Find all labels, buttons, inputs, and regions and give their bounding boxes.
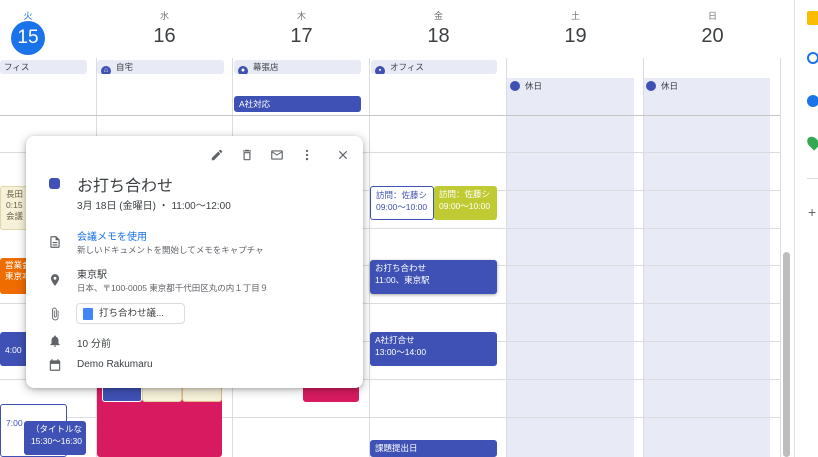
grid-divider xyxy=(506,58,507,457)
holiday-column-sun xyxy=(643,78,770,457)
grid-divider xyxy=(643,58,644,457)
allday-event[interactable]: A社対応 xyxy=(234,96,361,112)
close-icon[interactable] xyxy=(336,148,350,162)
event-title: お打ち合わせ xyxy=(77,178,174,195)
holiday-title: 休日 xyxy=(525,81,543,91)
add-icon[interactable]: + xyxy=(808,204,816,220)
calendar-icon xyxy=(510,81,520,91)
holiday-column-sat xyxy=(507,78,634,457)
day-number[interactable]: 17 xyxy=(233,25,370,48)
day-header-thu[interactable]: 木 17 xyxy=(233,0,370,58)
event-title: A社打合せ xyxy=(375,335,415,345)
calendar-icon xyxy=(49,359,61,371)
email-icon[interactable] xyxy=(270,148,284,162)
calendar-name: Demo Rakumaru xyxy=(77,359,153,370)
reminder-text: 10 分前 xyxy=(77,339,111,350)
panel-divider xyxy=(807,178,818,179)
event-title: 営業会 xyxy=(5,260,30,270)
holiday-label[interactable]: 休日 xyxy=(646,80,678,92)
location-pin-icon: ● xyxy=(238,66,248,74)
working-location-chip[interactable]: ▪ オフィス xyxy=(371,60,497,74)
event-title: 訪問：佐藤シ xyxy=(439,189,491,199)
day-header-fri[interactable]: 金 18 xyxy=(370,0,507,58)
event-block[interactable]: A社打合せ 13:00〜14:00 xyxy=(370,332,497,366)
attachment-name: 打ち合わせ議... xyxy=(99,308,164,319)
bell-icon xyxy=(50,335,60,347)
working-location-label: フィス xyxy=(4,62,30,72)
day-header-sun[interactable]: 日 20 xyxy=(644,0,781,58)
event-time: 09:00〜10:00 xyxy=(439,201,491,211)
contacts-icon[interactable] xyxy=(807,95,818,107)
day-of-week: 水 xyxy=(159,11,169,21)
location-pin-icon xyxy=(50,274,60,286)
event-title: 訪問：佐藤シ xyxy=(376,190,428,200)
event-time: 15:30〜16:30 xyxy=(30,436,82,446)
event-details-popup: お打ち合わせ 3月 18日 (金曜日) ・ 11:00〜12:00 会議メモを使… xyxy=(26,136,363,388)
location-address: 日本、〒100-0005 東京都千代田区丸の内１丁目９ xyxy=(77,283,269,293)
edit-icon[interactable] xyxy=(210,148,224,162)
selected-event[interactable]: お打ち合わせ 11:00、東京駅 xyxy=(370,260,497,294)
day-number[interactable]: 18 xyxy=(370,25,507,48)
event-datetime: 3月 18日 (金曜日) ・ 11:00〜12:00 xyxy=(77,201,231,212)
home-icon: ⌂ xyxy=(101,66,111,74)
meeting-notes-description: 新しいドキュメントを開始してメモをキャプチャ xyxy=(77,245,264,255)
day-header-sat[interactable]: 土 19 xyxy=(507,0,644,58)
holiday-title: 休日 xyxy=(661,81,679,91)
event-block[interactable]: 訪問：佐藤シ 09:00〜10:00 xyxy=(370,186,434,220)
event-time: 4:00 xyxy=(5,345,22,355)
allday-divider xyxy=(0,115,780,116)
maps-icon[interactable] xyxy=(804,134,818,151)
attachment-icon xyxy=(52,307,59,321)
day-header-tue[interactable]: 火 15 xyxy=(0,0,96,58)
working-location-label: 幕張店 xyxy=(253,62,279,72)
working-location-chip[interactable]: フィス xyxy=(0,60,87,74)
google-docs-icon xyxy=(83,308,93,320)
day-number[interactable]: 16 xyxy=(96,25,233,48)
event-time: 7:00 xyxy=(6,418,23,428)
day-of-week: 木 xyxy=(296,11,306,21)
event-title: 課題提出日 xyxy=(375,443,418,453)
grid-divider xyxy=(780,58,781,457)
holiday-label[interactable]: 休日 xyxy=(510,80,542,92)
tasks-icon[interactable] xyxy=(807,52,818,64)
event-title: A社対応 xyxy=(239,99,271,109)
meeting-notes-link[interactable]: 会議メモを使用 xyxy=(77,228,147,243)
day-of-week: 日 xyxy=(707,11,717,21)
event-time: 09:00〜10:00 xyxy=(376,202,428,212)
event-block[interactable]: 4:00 xyxy=(0,332,28,366)
today-date[interactable]: 15 xyxy=(11,21,45,55)
working-location-label: オフィス xyxy=(390,62,424,72)
event-color-swatch xyxy=(49,178,60,189)
event-title: （タイトルな xyxy=(30,424,82,434)
event-detail: 11:00、東京駅 xyxy=(375,275,430,285)
document-icon xyxy=(50,236,60,248)
building-icon: ▪ xyxy=(375,66,385,74)
day-number[interactable]: 20 xyxy=(644,25,781,48)
calendar-icon xyxy=(646,81,656,91)
location-name: 東京駅 xyxy=(77,270,107,281)
day-number[interactable]: 19 xyxy=(507,25,644,48)
delete-icon[interactable] xyxy=(240,148,254,162)
day-of-week: 土 xyxy=(570,11,580,21)
more-options-icon[interactable] xyxy=(300,148,314,162)
working-location-chip[interactable]: ● 幕張店 xyxy=(234,60,361,74)
attachment-chip[interactable]: 打ち合わせ議... xyxy=(76,303,185,324)
grid-divider xyxy=(369,58,370,457)
working-location-chip[interactable]: ⌂ 自宅 xyxy=(97,60,224,74)
event-block[interactable]: 訪問：佐藤シ 09:00〜10:00 xyxy=(434,186,497,220)
day-header-wed[interactable]: 水 16 xyxy=(96,0,233,58)
event-title: お打ち合わせ xyxy=(375,263,427,273)
keep-icon[interactable] xyxy=(807,11,818,25)
scrollbar[interactable] xyxy=(783,252,790,457)
side-panel: + xyxy=(794,0,818,457)
event-block[interactable]: （タイトルな 15:30〜16:30 xyxy=(24,421,86,455)
working-location-label: 自宅 xyxy=(116,62,134,72)
event-block[interactable]: 課題提出日 xyxy=(370,440,497,457)
event-time: 13:00〜14:00 xyxy=(375,347,427,357)
event-detail: 東京本 xyxy=(5,271,30,281)
day-of-week: 金 xyxy=(433,11,443,21)
